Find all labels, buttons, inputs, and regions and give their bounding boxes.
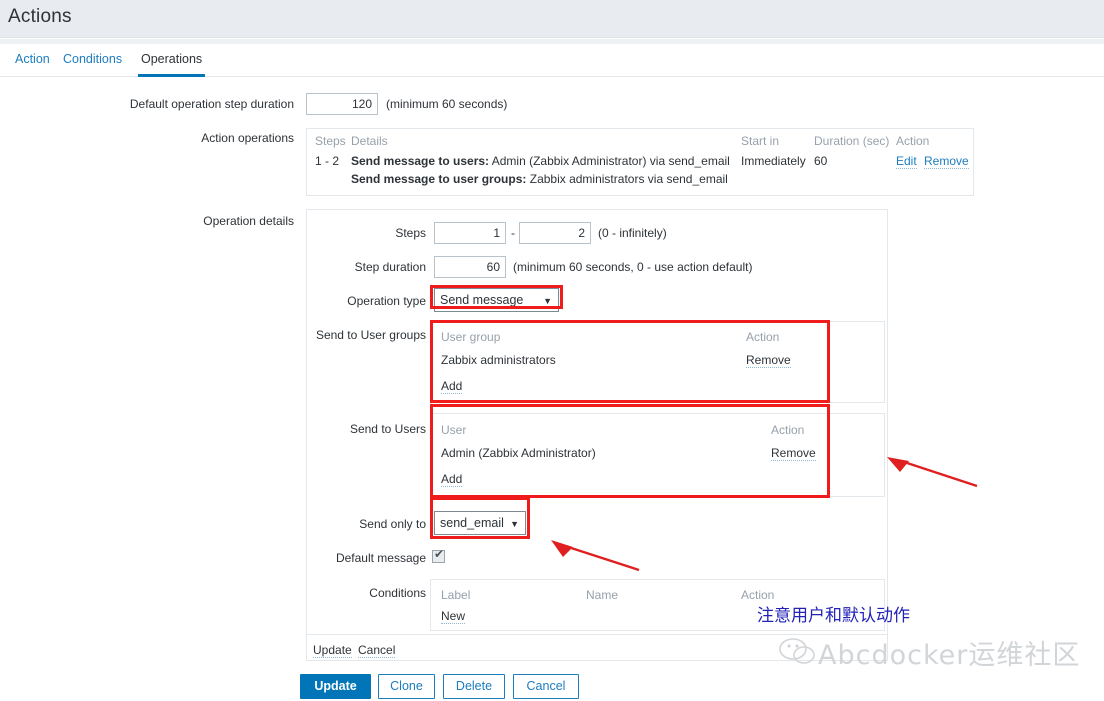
page-title: Actions (8, 6, 72, 27)
cond-new-link[interactable]: New (441, 609, 466, 624)
tab-conditions[interactable]: Conditions (54, 44, 131, 77)
ops-cell-startin: Immediately (741, 154, 806, 168)
send-to-user-groups-box: User group Action Zabbix administrators … (430, 321, 885, 403)
cancel-button[interactable]: Cancel (513, 674, 579, 699)
send-only-to-label: Send only to (359, 517, 426, 531)
ops-details-line2-bold: Send message to user groups: (351, 172, 527, 186)
steps-range-separator: - (511, 226, 515, 240)
step-duration-label: Step duration (354, 260, 426, 274)
delete-button[interactable]: Delete (443, 674, 505, 699)
ops-cell-steps: 1 - 2 (315, 154, 340, 168)
ug-add-link[interactable]: Add (441, 379, 463, 394)
tab-action[interactable]: Action (6, 44, 59, 77)
cond-col-label: Label (441, 588, 471, 602)
send-only-to-value: send_email (440, 516, 504, 530)
operation-type-value: Send message (440, 293, 524, 307)
tab-bar: Action Conditions Operations (0, 44, 1104, 77)
ops-cell-details-line1: Send message to users: Admin (Zabbix Adm… (351, 154, 730, 168)
send-to-users-box: User Action Admin (Zabbix Administrator)… (430, 413, 885, 497)
operation-type-label: Operation type (347, 294, 426, 308)
default-step-duration-hint: (minimum 60 seconds) (386, 97, 508, 111)
operation-update-link[interactable]: Update (313, 643, 352, 658)
chevron-down-icon: ▼ (510, 519, 519, 529)
steps-label: Steps (395, 226, 426, 240)
usr-remove-link[interactable]: Remove (771, 446, 816, 461)
step-duration-input[interactable] (434, 256, 506, 278)
tab-operations[interactable]: Operations (132, 44, 211, 77)
operation-cancel-link[interactable]: Cancel (358, 643, 396, 658)
ops-remove-link[interactable]: Remove (924, 154, 969, 169)
ops-col-duration: Duration (sec) (814, 134, 890, 148)
cond-col-name: Name (586, 588, 619, 602)
steps-hint: (0 - infinitely) (598, 226, 667, 240)
chevron-down-icon: ▼ (543, 296, 552, 306)
step-duration-hint: (minimum 60 seconds, 0 - use action defa… (513, 260, 753, 274)
annotation-note: 注意用户和默认动作 (757, 606, 910, 626)
send-to-users-label: Send to Users (349, 422, 426, 436)
ops-cell-duration: 60 (814, 154, 828, 168)
ops-details-line1-rest: Admin (Zabbix Administrator) via send_em… (491, 154, 730, 168)
ops-details-line2-rest: Zabbix administrators via send_email (529, 172, 728, 186)
ops-col-steps: Steps (315, 134, 346, 148)
default-message-label: Default message (335, 551, 426, 565)
ops-col-details: Details (351, 134, 388, 148)
usr-col-name: User (441, 423, 467, 437)
watermark-text: Abcdocker运维社区 (818, 640, 1081, 671)
usr-col-action: Action (771, 423, 805, 437)
ug-remove-link[interactable]: Remove (746, 353, 791, 368)
ops-cell-details-line2: Send message to user groups: Zabbix admi… (351, 172, 728, 186)
ug-col-name: User group (441, 330, 501, 344)
operation-type-select[interactable]: Send message ▼ (434, 288, 559, 312)
send-only-to-select[interactable]: send_email ▼ (434, 511, 526, 535)
ops-col-startin: Start in (741, 134, 780, 148)
app-window: Actions Action Conditions Operations Def… (0, 0, 1104, 701)
ops-edit-link[interactable]: Edit (896, 154, 917, 169)
check-icon: ✔ (434, 547, 445, 561)
default-step-duration-label: Default operation step duration (129, 97, 294, 111)
default-step-duration-input[interactable] (306, 93, 378, 115)
ops-col-action: Action (896, 134, 930, 148)
action-operations-label: Action operations (201, 131, 294, 145)
steps-from-input[interactable] (434, 222, 506, 244)
conditions-label: Conditions (369, 586, 426, 600)
ug-col-action: Action (746, 330, 780, 344)
operation-details-label: Operation details (203, 214, 294, 228)
page-header: Actions (0, 0, 1104, 38)
usr-add-link[interactable]: Add (441, 472, 463, 487)
update-button[interactable]: Update (300, 674, 371, 699)
send-to-user-groups-label: Send to User groups (315, 328, 426, 342)
cond-col-action: Action (741, 588, 775, 602)
wechat-icon (779, 638, 815, 664)
ops-details-line1-bold: Send message to users: (351, 154, 490, 168)
steps-to-input[interactable] (519, 222, 591, 244)
action-operations-table: Steps Details Start in Duration (sec) Ac… (306, 128, 974, 196)
clone-button[interactable]: Clone (378, 674, 435, 699)
list-item: Admin (Zabbix Administrator) (441, 446, 596, 460)
list-item: Zabbix administrators (441, 353, 556, 367)
annotation-arrow-users (887, 457, 978, 488)
default-message-checkbox[interactable]: ✔ (432, 547, 445, 563)
